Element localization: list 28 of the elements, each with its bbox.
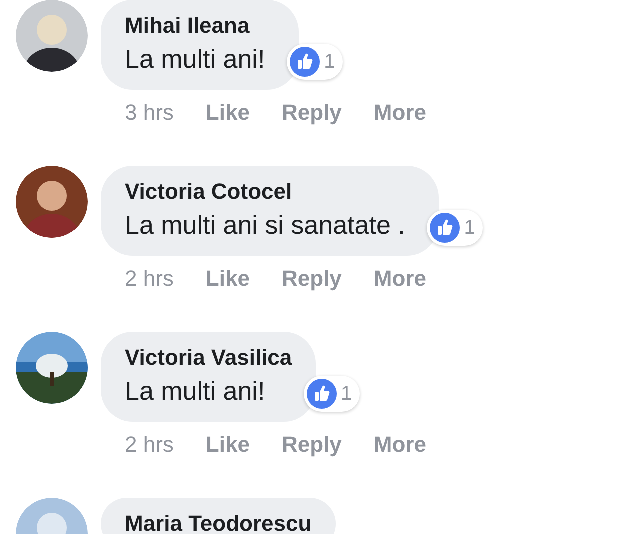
comment-time: 2 hrs bbox=[125, 431, 174, 459]
reaction-count: 1 bbox=[464, 216, 476, 241]
like-reaction-icon bbox=[290, 47, 320, 77]
reaction-count: 1 bbox=[324, 50, 336, 75]
reaction-badge[interactable]: 1 bbox=[427, 210, 484, 246]
comment-action-link[interactable]: Reply bbox=[282, 264, 342, 294]
comment-text: La multi ani! bbox=[125, 375, 266, 408]
like-reaction-icon bbox=[430, 213, 460, 243]
author-name[interactable]: Victoria Cotocel bbox=[125, 178, 416, 206]
like-reaction-icon bbox=[307, 379, 338, 409]
author-name[interactable]: Maria Teodorescu bbox=[125, 510, 312, 534]
comment-action-link[interactable]: Like bbox=[206, 430, 250, 460]
comment-action-link[interactable]: Like bbox=[206, 98, 250, 128]
reaction-count: 1 bbox=[341, 382, 352, 407]
comment-action-link[interactable]: More bbox=[374, 98, 426, 128]
reaction-badge[interactable]: 1 bbox=[287, 44, 344, 80]
comment-action-link[interactable]: Reply bbox=[282, 430, 342, 460]
comment-action-link[interactable]: More bbox=[374, 264, 426, 294]
comment-time: 2 hrs bbox=[125, 265, 174, 293]
comment-text: La multi ani! bbox=[125, 43, 266, 76]
author-name[interactable]: Victoria Vasilica bbox=[125, 344, 292, 372]
comment-action-link[interactable]: More bbox=[374, 430, 426, 460]
reaction-badge[interactable]: 1 bbox=[304, 376, 360, 412]
author-name[interactable]: Mihai Ileana bbox=[125, 12, 276, 40]
comment-action-link[interactable]: Like bbox=[206, 264, 250, 294]
comment-action-link[interactable]: Reply bbox=[282, 98, 342, 128]
comment-text: La multi ani si sanatate . bbox=[125, 209, 406, 242]
comment-time: 3 hrs bbox=[125, 99, 174, 127]
